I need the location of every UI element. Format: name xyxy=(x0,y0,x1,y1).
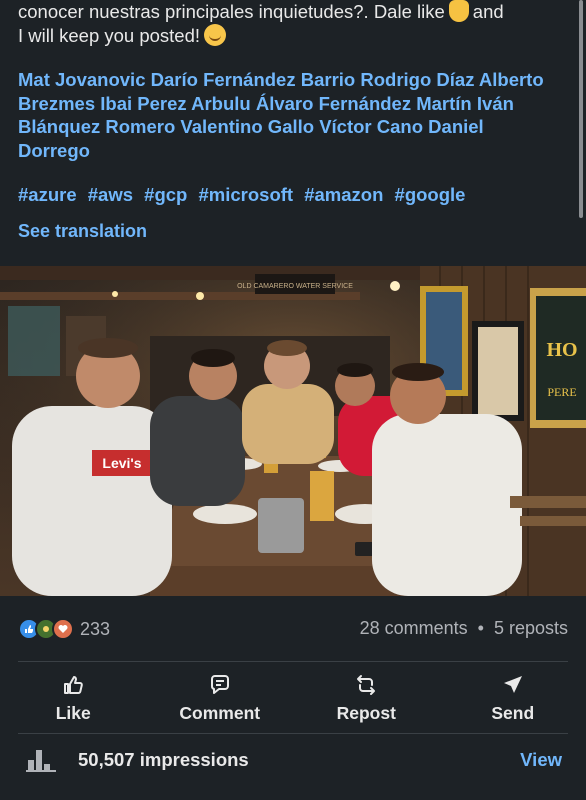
mention-link[interactable]: Víctor Cano xyxy=(319,116,423,137)
hashtag-link[interactable]: #google xyxy=(395,184,466,205)
thumbs-up-icon xyxy=(64,675,84,694)
hashtag-link[interactable]: #azure xyxy=(18,184,77,205)
repost-label: Repost xyxy=(336,702,396,723)
reposts-count-link[interactable]: 5 reposts xyxy=(494,618,568,638)
impressions-row: 50,507 impressions View xyxy=(0,742,586,778)
mention-link[interactable]: Álvaro Fernández Martín xyxy=(256,93,472,114)
social-counts: 233 28 comments • 5 reposts xyxy=(0,608,586,648)
hashtag-link[interactable]: #amazon xyxy=(304,184,383,205)
scrollbar[interactable] xyxy=(579,0,583,218)
mention-link[interactable]: Valentino Gallo xyxy=(180,116,314,137)
chalkboard-text-2: PERE xyxy=(547,385,576,399)
thumbs-up-emoji-icon xyxy=(448,0,469,22)
impressions-count: 50,507 impressions xyxy=(78,749,249,770)
smile-emoji-icon xyxy=(204,24,227,46)
mention-link[interactable]: Darío Fernández Barrio xyxy=(151,69,356,90)
shirt-logo-text: Levi's xyxy=(102,455,141,471)
bar-sign-text: OLD CAMARERO WATER SERVICE xyxy=(237,283,353,290)
see-translation-link[interactable]: See translation xyxy=(18,221,147,242)
comments-reposts: 28 comments • 5 reposts xyxy=(360,618,568,639)
mention-link[interactable]: Ibai Perez Arbulu xyxy=(100,93,250,114)
hashtags: #azure #aws #gcp #microsoft #amazon #goo… xyxy=(18,184,471,206)
comment-button[interactable]: Comment xyxy=(147,668,294,728)
post-text-line-1-end: and xyxy=(472,1,504,22)
post-text-line-1: conocer nuestras principales inquietudes… xyxy=(18,1,445,22)
like-button[interactable]: Like xyxy=(0,668,147,728)
repost-icon xyxy=(357,674,376,695)
divider xyxy=(18,661,568,662)
like-label: Like xyxy=(55,702,91,723)
hashtag-link[interactable]: #gcp xyxy=(144,184,187,205)
mention-link[interactable]: Mat Jovanovic xyxy=(18,69,146,90)
view-analytics-link[interactable]: View xyxy=(520,749,562,771)
send-icon xyxy=(503,675,522,693)
comment-icon xyxy=(210,674,229,694)
hashtag-link[interactable]: #microsoft xyxy=(199,184,294,205)
reactions[interactable]: 233 xyxy=(18,618,110,640)
repost-button[interactable]: Repost xyxy=(293,668,440,728)
separator-dot: • xyxy=(477,618,484,638)
action-bar: Like Comment Repost Send xyxy=(0,668,586,728)
chalkboard-text: HO xyxy=(546,339,577,361)
restaurant-group-photo: OLD CAMARERO WATER SERVICE HO PERE Levi'… xyxy=(0,266,586,596)
hashtag-link[interactable]: #aws xyxy=(88,184,133,205)
comment-label: Comment xyxy=(179,702,261,723)
comments-count-link[interactable]: 28 comments xyxy=(360,618,468,638)
mentions: Mat Jovanovic Darío Fernández Barrio Rod… xyxy=(18,68,558,162)
reaction-count: 233 xyxy=(80,618,111,639)
post-text-line-2: I will keep you posted! xyxy=(18,25,201,46)
divider xyxy=(18,733,568,734)
love-reaction-icon xyxy=(52,618,74,640)
analytics-bar-chart-icon xyxy=(26,750,56,772)
post-photo[interactable]: OLD CAMARERO WATER SERVICE HO PERE Levi'… xyxy=(0,266,586,596)
post-text: conocer nuestras principales inquietudes… xyxy=(18,0,568,48)
send-label: Send xyxy=(491,702,535,723)
send-button[interactable]: Send xyxy=(440,668,586,728)
